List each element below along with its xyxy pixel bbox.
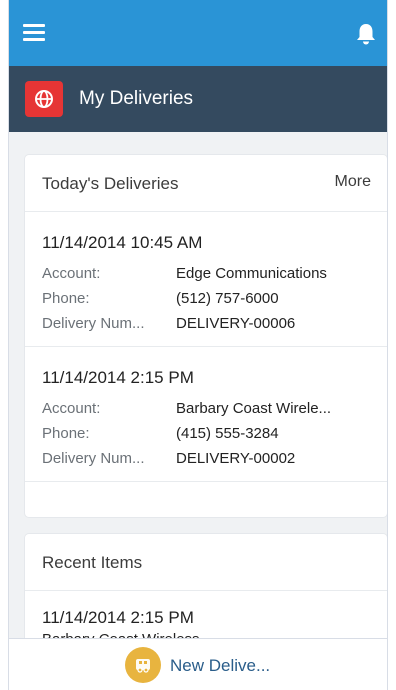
page-title: My Deliveries <box>79 88 194 109</box>
new-delivery-button[interactable]: New Delive... <box>125 647 285 683</box>
record-title: 11/14/2014 10:45 AM <box>42 233 203 252</box>
card-title: Today's Deliveries <box>42 174 179 193</box>
app-frame: My Deliveries Today's Deliveries More 11… <box>8 0 388 690</box>
card-header: Recent Items <box>25 534 387 591</box>
card-header: Today's Deliveries More <box>25 155 387 212</box>
delivery-icon <box>125 647 161 683</box>
delivery-number-value: DELIVERY-00002 <box>176 450 296 467</box>
field-label: Account: <box>42 400 101 417</box>
card-title: Recent Items <box>42 553 143 572</box>
phone-value: (512) 757-6000 <box>176 290 279 307</box>
record-title: 11/14/2014 2:15 PM <box>42 368 194 387</box>
delivery-number-value: DELIVERY-00006 <box>176 315 296 332</box>
action-bar: New Delive... <box>9 638 387 690</box>
recent-item-title: 11/14/2014 2:15 PM <box>42 608 194 627</box>
delivery-record[interactable]: 11/14/2014 10:45 AM Account: Edge Commun… <box>25 212 387 347</box>
top-navigation-bar <box>9 0 387 66</box>
recent-items-card: Recent Items 11/14/2014 2:15 PM Barbary … <box>25 534 387 654</box>
field-label: Phone: <box>42 425 90 442</box>
field-label: Phone: <box>42 290 90 307</box>
todays-deliveries-card: Today's Deliveries More 11/14/2014 10:45… <box>25 155 387 517</box>
account-value: Barbary Coast Wirele... <box>176 400 332 417</box>
more-link[interactable]: More <box>335 173 371 191</box>
new-delivery-label: New Delive... <box>170 656 271 675</box>
field-label: Delivery Num... <box>42 450 145 467</box>
field-label: Account: <box>42 265 101 282</box>
field-label: Delivery Num... <box>42 315 145 332</box>
phone-value: (415) 555-3284 <box>176 425 279 442</box>
page-header: My Deliveries <box>9 66 387 132</box>
account-value: Edge Communications <box>176 265 327 282</box>
bell-icon[interactable] <box>355 22 377 46</box>
hamburger-menu-icon[interactable] <box>23 24 45 42</box>
delivery-record[interactable]: 11/14/2014 2:15 PM Account: Barbary Coas… <box>25 347 387 482</box>
globe-icon <box>25 81 63 117</box>
